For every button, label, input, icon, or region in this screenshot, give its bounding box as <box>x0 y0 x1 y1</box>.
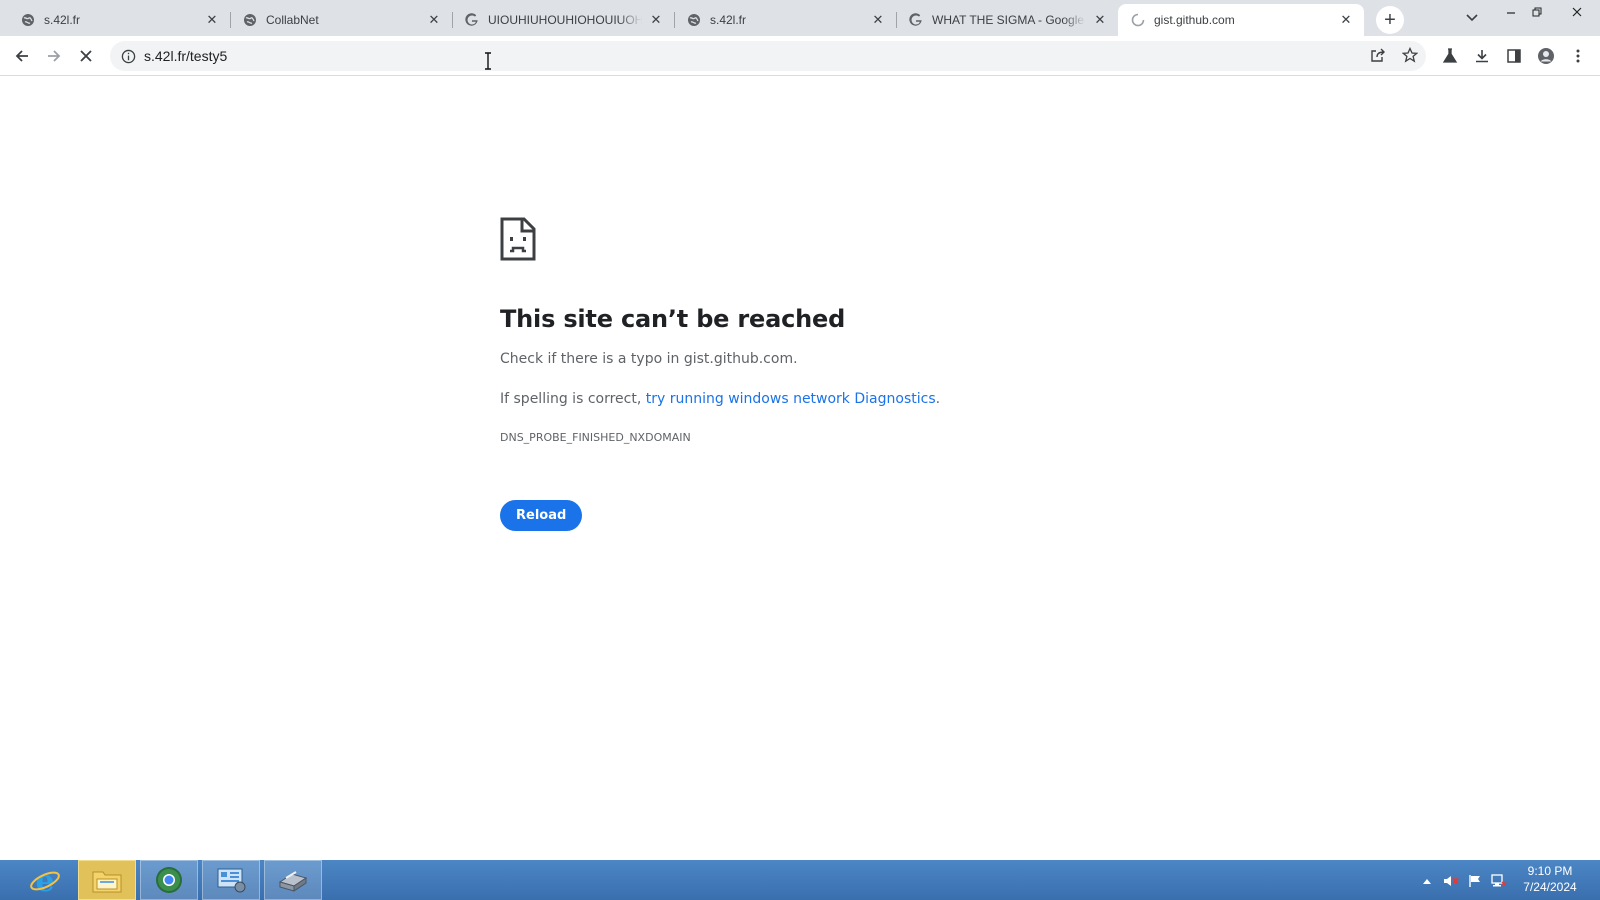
tab-search-chevron-icon[interactable] <box>1460 6 1484 30</box>
globe-icon <box>242 12 258 28</box>
error-container: This site can’t be reached Check if ther… <box>500 217 1100 531</box>
windows-taskbar: e 9:10 PM 7/24/2024 <box>0 860 1600 900</box>
bookmark-star-icon[interactable] <box>1396 41 1424 69</box>
tab-close-icon[interactable]: ✕ <box>1338 12 1354 28</box>
file-explorer-icon[interactable] <box>78 860 136 900</box>
action-center-flag-icon[interactable] <box>1466 872 1484 890</box>
text-cursor-icon <box>483 52 493 70</box>
error-diagnostics-hint: If spelling is correct, try running wind… <box>500 391 1100 407</box>
control-panel-icon[interactable] <box>202 860 260 900</box>
tab-google-search-1[interactable]: UIOUHIUHOUHIOHOUIUOHI ✕ <box>452 4 675 36</box>
tab-title: UIOUHIUHOUHIOHOUIUOHI <box>488 13 642 27</box>
globe-icon <box>20 12 36 28</box>
address-bar[interactable]: s.42l.fr/testy5 <box>110 41 1426 71</box>
minimize-window-icon[interactable] <box>1498 0 1524 24</box>
close-window-icon[interactable] <box>1554 0 1600 24</box>
reload-button[interactable]: Reload <box>500 500 583 531</box>
error-title: This site can’t be reached <box>500 305 846 333</box>
tab-close-icon[interactable]: ✕ <box>204 12 220 28</box>
tab-close-icon[interactable]: ✕ <box>870 12 886 28</box>
site-info-icon[interactable] <box>118 46 138 66</box>
tab-collabnet[interactable]: CollabNet ✕ <box>230 4 453 36</box>
tab-title: gist.github.com <box>1154 13 1235 27</box>
volume-muted-icon[interactable] <box>1442 872 1460 890</box>
chrome-icon[interactable] <box>140 860 198 900</box>
tab-google-search-2[interactable]: WHAT THE SIGMA - Google S ✕ <box>896 4 1118 36</box>
system-clock[interactable]: 9:10 PM 7/24/2024 <box>1508 863 1592 895</box>
tab-title: s.42l.fr <box>710 13 747 27</box>
tab-title: CollabNet <box>266 13 319 27</box>
share-icon[interactable] <box>1364 41 1392 69</box>
tab-close-icon[interactable]: ✕ <box>648 12 664 28</box>
download-icon[interactable] <box>1466 40 1498 72</box>
profile-avatar-icon[interactable] <box>1530 40 1562 72</box>
restore-window-icon[interactable] <box>1524 0 1550 24</box>
labs-flask-icon[interactable] <box>1434 40 1466 72</box>
google-icon <box>464 12 480 28</box>
loading-spinner-icon <box>1130 12 1146 28</box>
svg-text:e: e <box>35 864 54 896</box>
error-code: DNS_PROBE_FINISHED_NXDOMAIN <box>500 431 691 444</box>
new-tab-button[interactable]: + <box>1376 6 1404 34</box>
tab-close-icon[interactable]: ✕ <box>426 12 442 28</box>
tab-title: WHAT THE SIGMA - Google S <box>932 13 1086 27</box>
clock-date: 7/24/2024 <box>1523 880 1577 894</box>
clock-time: 9:10 PM <box>1527 864 1573 878</box>
sad-page-icon <box>500 217 536 261</box>
globe-icon <box>686 12 702 28</box>
tray-overflow-chevron-icon[interactable] <box>1418 872 1436 890</box>
tab-close-icon[interactable]: ✕ <box>1092 12 1108 28</box>
error-page: This site can’t be reached Check if ther… <box>0 77 1600 860</box>
stop-loading-icon[interactable] <box>70 40 102 72</box>
diagnostics-prefix: If spelling is correct, <box>500 391 646 407</box>
tab-s42l-2[interactable]: s.42l.fr ✕ <box>674 4 897 36</box>
back-arrow-icon[interactable] <box>6 40 38 72</box>
google-icon <box>908 12 924 28</box>
tab-strip: s.42l.fr ✕ CollabNet ✕ UIOUHIUHOUHIOHOUI… <box>0 0 1600 36</box>
tab-title: s.42l.fr <box>44 13 81 27</box>
diagnostics-link[interactable]: try running windows network Diagnostics <box>646 391 936 407</box>
diagnostics-suffix: . <box>935 391 941 407</box>
internet-explorer-icon[interactable]: e <box>16 860 74 900</box>
address-bar-url: s.42l.fr/testy5 <box>144 48 228 64</box>
error-typo-hint: Check if there is a typo in gist.github.… <box>500 351 798 367</box>
forward-arrow-icon[interactable] <box>38 40 70 72</box>
tab-s42l-1[interactable]: s.42l.fr ✕ <box>8 4 231 36</box>
side-panel-icon[interactable] <box>1498 40 1530 72</box>
browser-toolbar: s.42l.fr/testy5 <box>0 36 1600 76</box>
kebab-menu-icon[interactable] <box>1562 40 1594 72</box>
tab-gist-github[interactable]: gist.github.com ✕ <box>1118 4 1364 36</box>
network-icon[interactable] <box>1490 872 1508 890</box>
server-manager-icon[interactable] <box>264 860 322 900</box>
